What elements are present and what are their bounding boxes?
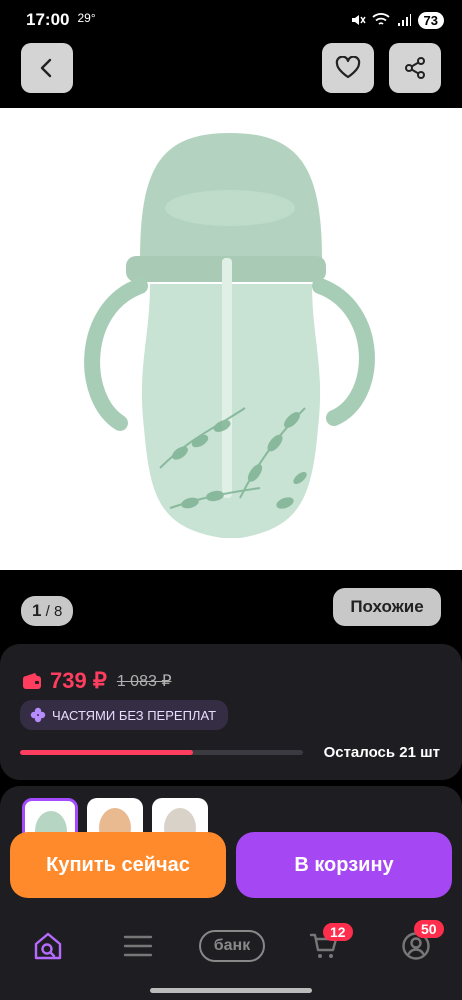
status-icons: 73: [350, 11, 444, 29]
status-temperature: 29°: [77, 11, 96, 25]
wallet-icon: [23, 673, 41, 689]
nav-catalog[interactable]: [118, 926, 158, 966]
similar-products-button[interactable]: Похожие: [333, 588, 441, 626]
current-price: 739 ₽: [50, 668, 107, 693]
price-card: 739 ₽ 1 083 ₽ ЧАСТЯМИ БЕЗ ПЕРЕПЛАТ Остал…: [0, 644, 462, 780]
add-to-cart-button[interactable]: В корзину: [236, 832, 452, 898]
menu-icon: [123, 935, 153, 957]
status-time: 17:00: [26, 10, 70, 29]
stock-progress-fill: [20, 750, 193, 755]
home-indicator: [150, 988, 312, 993]
signal-icon: [397, 14, 411, 26]
installment-badge[interactable]: ЧАСТЯМИ БЕЗ ПЕРЕПЛАТ: [20, 700, 229, 730]
current-image-number: 1: [32, 601, 42, 620]
image-page-counter: 1 / 8: [21, 596, 74, 626]
product-image[interactable]: [0, 108, 462, 570]
wifi-icon: [371, 13, 390, 25]
mute-icon: [351, 15, 366, 25]
sippy-cup-illustration: [84, 133, 375, 538]
clover-icon: [30, 707, 46, 723]
total-image-count: 8: [53, 603, 63, 620]
installment-label: ЧАСТЯМИ БЕЗ ПЕРЕПЛАТ: [52, 707, 217, 723]
profile-notification-badge: 50: [414, 920, 444, 938]
back-button[interactable]: [21, 43, 73, 93]
status-bar: 17:00 29° 73: [0, 0, 462, 40]
price-row: 739 ₽ 1 083 ₽: [22, 668, 172, 694]
heart-icon: [335, 56, 361, 79]
buy-now-button[interactable]: Купить сейчас: [10, 832, 226, 898]
cart-count-badge: 12: [323, 923, 353, 941]
bottom-navigation: банк 12 50: [0, 906, 462, 1000]
action-buttons: Купить сейчас В корзину: [0, 832, 462, 898]
top-navigation: [0, 40, 462, 108]
share-button[interactable]: [389, 43, 441, 93]
favorite-button[interactable]: [322, 43, 374, 93]
stock-progress-bar: [20, 750, 303, 755]
chevron-left-icon: [40, 58, 52, 78]
stock-row: Осталось 21 шт: [20, 744, 440, 761]
nav-home[interactable]: [28, 926, 68, 966]
battery-level: 73: [417, 11, 444, 29]
gallery-controls: 1 / 8 Похожие: [0, 570, 462, 644]
share-icon: [405, 57, 425, 79]
old-price: 1 083 ₽: [116, 673, 172, 690]
stock-remaining-label: Осталось 21 шт: [323, 744, 440, 761]
home-search-icon: [34, 932, 62, 960]
nav-bank[interactable]: банк: [199, 930, 265, 962]
